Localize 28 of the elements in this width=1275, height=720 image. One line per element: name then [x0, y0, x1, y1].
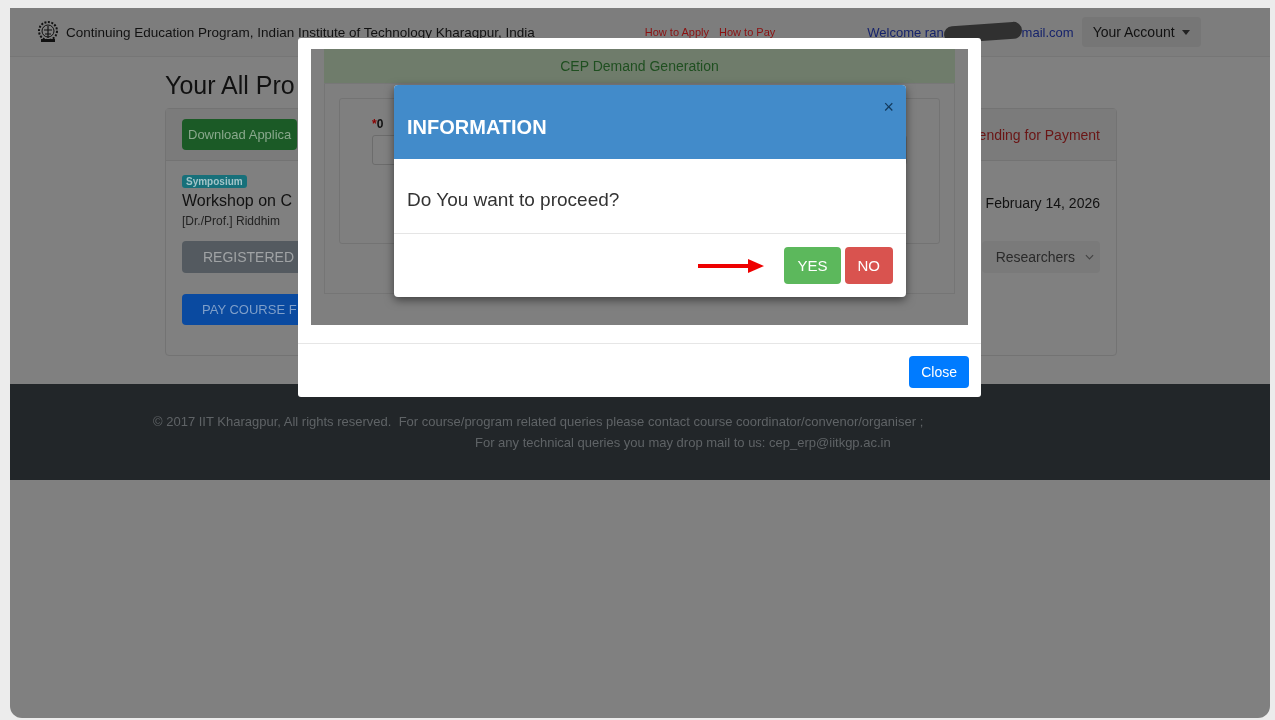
arrow-icon [698, 257, 765, 274]
footer-text: For any technical queries you may drop mail to us: cep_erp@iitkgp.ac.in [474, 435, 892, 450]
nav-link[interactable]: How to Apply [644, 26, 709, 38]
emblem-icon [36, 20, 60, 44]
account-dropdown[interactable]: Your Account [1081, 17, 1201, 47]
caret-icon [1181, 29, 1190, 35]
program-date: February 14, 2026 [985, 195, 1100, 211]
coordinator-name: [Dr./Prof.] Riddhim [182, 214, 281, 228]
close-button[interactable]: × [881, 97, 896, 118]
no-button[interactable]: NO [844, 247, 893, 284]
email-text: mail.com [1021, 24, 1074, 40]
nav-link[interactable]: How to Pay [719, 26, 776, 38]
category-badge: Symposium [182, 175, 247, 188]
welcome-text: Welcome ran [867, 24, 944, 40]
close-button[interactable]: Close [909, 356, 969, 388]
chevron-icon [1085, 254, 1094, 260]
site-title[interactable]: Continuing Education Program, Indian Institute of Technology Kharagpur, India [66, 24, 535, 40]
yes-button[interactable]: YES [784, 247, 841, 284]
footer-text: © 2017 IIT Kharagpur, All rights reserved. For course/program related queries please contact course coordinator/convenor/organiser ; [153, 414, 925, 429]
form-header: CEP Demand Generation [324, 49, 955, 84]
category-select[interactable]: Researchers [981, 241, 1100, 273]
dialog-title: INFORMATION [407, 116, 547, 139]
required-mark: * [372, 117, 377, 131]
dialog-message: Do You want to proceed? [394, 159, 906, 234]
field-label: 0 [376, 117, 384, 131]
download-button[interactable]: Download Applica [182, 119, 298, 150]
program-title[interactable]: Workshop on C [182, 192, 292, 210]
page-heading: Your All Pro [165, 71, 296, 100]
